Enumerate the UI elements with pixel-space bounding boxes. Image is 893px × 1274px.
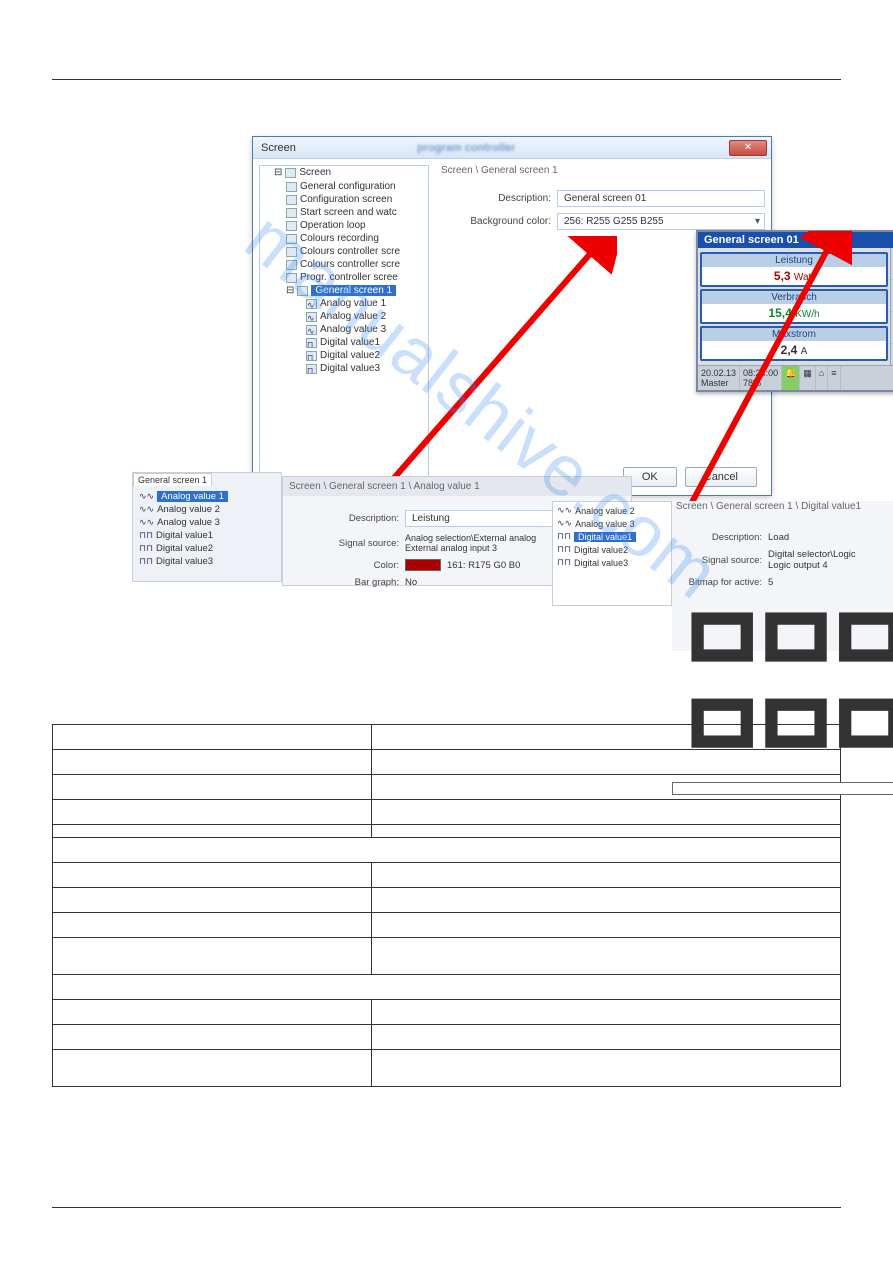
window-title: Screen [257, 142, 417, 154]
color-swatch[interactable] [405, 559, 441, 571]
field-signal-d: Digital selector\Logic Logic output 4 [768, 549, 856, 571]
inset-tree-a: General screen 1 ∿∿ Analog value 1∿∿ Ana… [132, 472, 282, 582]
page-footer: 110 [52, 1207, 841, 1226]
table-row: Signal sourceSelection via the digital s… [53, 1025, 841, 1050]
field-desc-d: Load [768, 532, 789, 543]
node-icon [286, 234, 297, 244]
row-description: Description: General screen 01 [441, 190, 765, 207]
label: Signal source: [672, 555, 762, 566]
table-row: Signal sourceSelection via the analog se… [53, 888, 841, 913]
square-icon [306, 364, 317, 374]
square-icon: ⊓⊓ [557, 557, 571, 568]
node-icon [286, 273, 297, 283]
inset-form-digital: Screen \ General screen 1 \ Digital valu… [672, 501, 893, 651]
node-icon [286, 221, 297, 231]
table-row: DescriptionCustomer-specific text [53, 863, 841, 888]
list-item[interactable]: ⊓⊓ Digital value3 [557, 556, 667, 569]
node-icon [286, 260, 297, 270]
node-icon [286, 247, 297, 257]
list-item[interactable]: ⊓⊓ Digital value1 [557, 530, 667, 543]
th-param: Parameter [53, 725, 372, 750]
wave-icon: ∿∿ [139, 491, 154, 502]
list-item[interactable]: ⊓⊓ Digital value1 [139, 529, 275, 542]
page-number: 110 [52, 1214, 70, 1226]
chapter-header: 8 Configuration [52, 48, 841, 69]
table-row: Bitmap active Bitmap inactiveSelection o… [53, 1050, 841, 1087]
node-icon [286, 208, 297, 218]
header-rule [52, 79, 841, 80]
tree-item[interactable]: Operation loop [284, 219, 400, 232]
tree-item[interactable]: Start screen and watc [284, 206, 400, 219]
inset-b-breadcrumb: Screen \ General screen 1 \ Analog value… [283, 477, 631, 496]
field-bgcolor[interactable]: 256: R255 G255 B255 [557, 213, 765, 230]
node-icon [286, 182, 297, 192]
field-signal-b: Analog selection\External analog Externa… [405, 533, 536, 553]
breadcrumb: Screen \ General screen 1 [441, 165, 765, 176]
list-item[interactable]: ∿∿ Analog value 1 [139, 490, 275, 503]
close-button[interactable]: ✕ [729, 140, 767, 156]
bitmap-preview-icon [672, 782, 893, 795]
inset-tree-c: ∿∿ Analog value 2∿∿ Analog value 3⊓⊓ Dig… [552, 501, 672, 606]
square-icon: ⊓⊓ [557, 544, 571, 555]
field-description[interactable]: General screen 01 [557, 190, 765, 207]
label-description: Description: [441, 193, 551, 204]
label: Signal source: [289, 538, 399, 549]
wave-icon: ∿∿ [557, 518, 572, 529]
table-row: ColorSelection from a max. of 256 colors [53, 913, 841, 938]
wave-icon: ∿∿ [557, 505, 572, 516]
square-icon: ⊓⊓ [139, 530, 153, 541]
list-item[interactable]: ⊓⊓ Digital value2 [557, 543, 667, 556]
wave-icon: ∿∿ [139, 517, 154, 528]
list-item[interactable]: ∿∿ Analog value 3 [557, 517, 667, 530]
bargraph-value: No [405, 577, 417, 588]
label: Bitmap for active: [672, 577, 762, 588]
arrow-annotation-a [377, 236, 617, 496]
tab-general-screen-1[interactable]: General screen 1 [133, 473, 212, 486]
wave-icon [306, 325, 317, 335]
list-item[interactable]: ⊓⊓ Digital value2 [139, 542, 275, 555]
list-item[interactable]: ∿∿ Analog value 3 [139, 516, 275, 529]
row-bgcolor: Background color: 256: R255 G255 B255 [441, 213, 765, 230]
label-bgcolor: Background color: [441, 216, 551, 227]
label: Description: [672, 532, 762, 543]
node-icon [297, 286, 308, 296]
window-title-blur: program controller [417, 142, 729, 154]
inset-d-breadcrumb: Screen \ General screen 1 \ Digital valu… [672, 501, 893, 518]
list-item[interactable]: ∿∿ Analog value 2 [139, 503, 275, 516]
list-item[interactable]: ∿∿ Analog value 2 [557, 504, 667, 517]
titlebar: Screen program controller ✕ [253, 137, 771, 159]
tree-item[interactable]: Configuration screen [284, 193, 400, 206]
table-row: Bar graphNo (value displayed as a number… [53, 938, 841, 975]
square-icon [306, 351, 317, 361]
row-header-analog: Analog values 1 to 3 [53, 838, 841, 863]
node-icon [286, 195, 297, 205]
label: Color: [289, 560, 399, 571]
label: Description: [289, 513, 399, 524]
list-item[interactable]: ⊓⊓ Digital value3 [139, 555, 275, 568]
square-icon: ⊓⊓ [139, 543, 153, 554]
row-header-general: General screens 1 to 4 [53, 750, 372, 775]
wave-icon: ∿∿ [139, 504, 154, 515]
wave-icon [306, 312, 317, 322]
table-row: DescriptionCustomer-specific text [53, 1000, 841, 1025]
row-header-digital: Digital values 1 to 3 [53, 975, 841, 1000]
label: Bar graph: [289, 577, 399, 588]
square-icon [306, 338, 317, 348]
arrow-annotation-b [662, 231, 852, 531]
table-row: Background colorSelection from a max. of… [53, 800, 841, 825]
square-icon: ⊓⊓ [139, 556, 153, 567]
bitmap-value: 5 [768, 577, 773, 588]
wave-icon [306, 299, 317, 309]
section-header: 8.3.8 General screens 1 to 4 [52, 120, 841, 136]
table-row [53, 825, 841, 838]
tree-root[interactable]: ⊟ Screen [272, 166, 428, 179]
color-text: 161: R175 G0 B0 [447, 560, 520, 571]
folder-icon [285, 168, 296, 178]
tree-item[interactable]: General configuration [284, 180, 400, 193]
square-icon: ⊓⊓ [557, 531, 571, 542]
figure: Screen program controller ✕ ⊟ Screen Gen… [132, 136, 832, 676]
